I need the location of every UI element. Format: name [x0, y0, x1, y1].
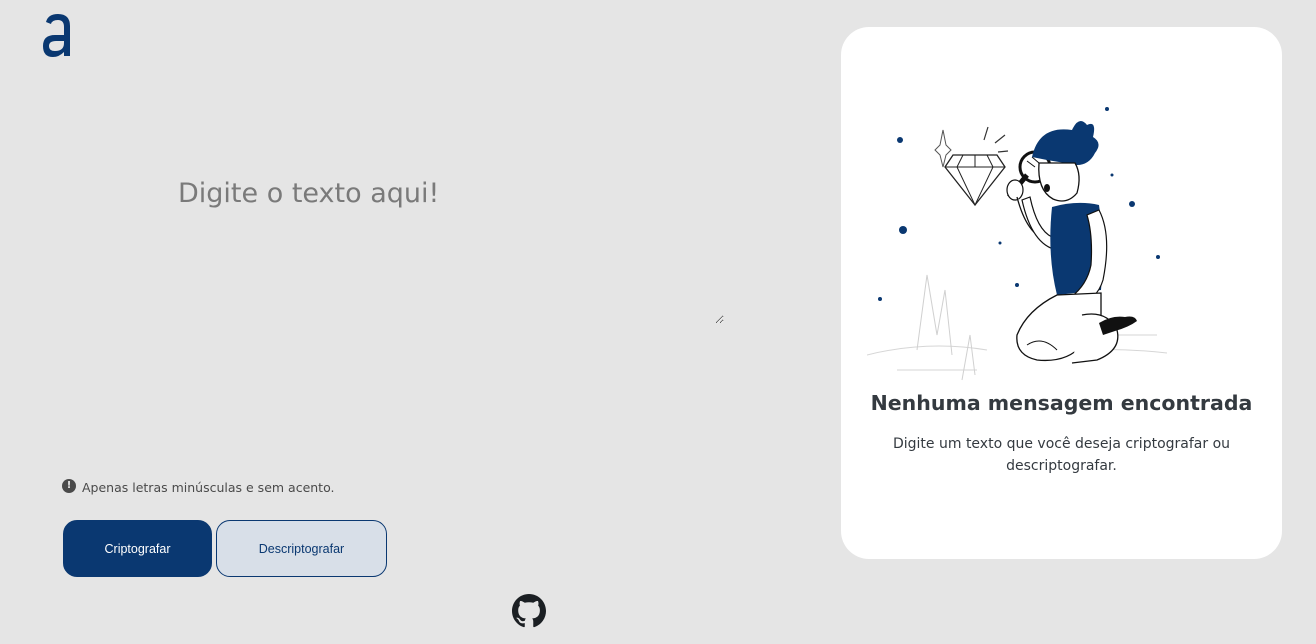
- result-card: Nenhuma mensagem encontrada Digite um te…: [841, 27, 1282, 559]
- decrypt-button[interactable]: Descriptografar: [216, 520, 387, 577]
- encrypt-button[interactable]: Criptografar: [63, 520, 212, 577]
- github-icon[interactable]: [512, 594, 546, 628]
- app-page: ! Apenas letras minúsculas e sem acento.…: [0, 0, 1316, 644]
- alura-logo-icon[interactable]: [40, 12, 78, 60]
- exclamation-circle-icon: !: [62, 478, 76, 493]
- message-input[interactable]: [170, 170, 724, 324]
- person-with-magnifying-glass-illustration: [867, 107, 1168, 381]
- result-description: Digite um texto que você deseja criptogr…: [892, 436, 1231, 474]
- input-hint: ! Apenas letras minúsculas e sem acento.: [62, 478, 335, 495]
- result-title: Nenhuma mensagem encontrada: [870, 391, 1253, 415]
- hint-text: Apenas letras minúsculas e sem acento.: [82, 480, 335, 495]
